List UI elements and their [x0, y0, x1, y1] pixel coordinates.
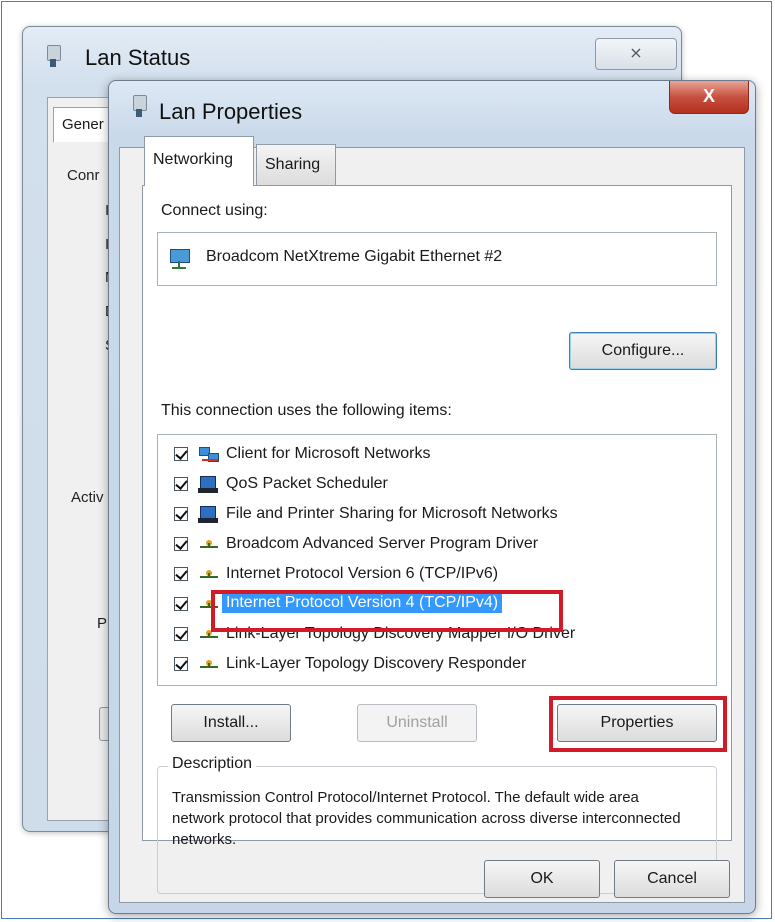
tab-networking[interactable]: Networking — [144, 136, 254, 186]
uninstall-button[interactable]: Uninstall — [357, 704, 477, 742]
lan-properties-title: Lan Properties — [159, 99, 303, 124]
items-label: This connection uses the following items… — [161, 402, 452, 419]
items-list[interactable]: Client for Microsoft Networks QoS Packet… — [157, 434, 717, 686]
computer-icon — [198, 505, 220, 525]
description-legend: Description — [168, 755, 257, 773]
tab-sharing[interactable]: Sharing — [256, 144, 336, 186]
lan-status-title: Lan Status — [85, 45, 191, 70]
checkbox[interactable] — [174, 627, 188, 641]
protocol-icon — [198, 595, 220, 615]
dialog-body: Sharing Connect using: Broadcom NetXtrem… — [119, 136, 745, 903]
protocol-icon — [198, 625, 220, 645]
list-item[interactable]: Link-Layer Topology Discovery Responder — [158, 651, 716, 679]
computer-icon — [198, 475, 220, 495]
protocol-icon — [198, 655, 220, 675]
status-label-fragment: Conr — [67, 167, 100, 184]
list-item[interactable]: Link-Layer Topology Discovery Mapper I/O… — [158, 621, 716, 649]
protocol-icon — [198, 565, 220, 585]
install-button[interactable]: Install... — [171, 704, 291, 742]
checkbox[interactable] — [174, 657, 188, 671]
item-label: Internet Protocol Version 4 (TCP/IPv4) — [222, 593, 503, 613]
properties-button[interactable]: Properties — [557, 704, 717, 742]
status-label-fragment: P — [97, 615, 108, 632]
configure-button[interactable]: Configure... — [569, 332, 717, 370]
checkbox[interactable] — [174, 597, 188, 611]
item-label: File and Printer Sharing for Microsoft N… — [226, 505, 558, 522]
lan-properties-window: Lan Properties X Sharing Connect using: … — [108, 80, 756, 914]
lan-status-close-button[interactable]: ⨯ — [595, 38, 677, 70]
item-label: Link-Layer Topology Discovery Mapper I/O… — [226, 625, 576, 642]
ok-button[interactable]: OK — [484, 860, 600, 898]
list-item[interactable]: File and Printer Sharing for Microsoft N… — [158, 501, 716, 529]
network-adapter-icon — [47, 45, 61, 69]
list-item[interactable]: QoS Packet Scheduler — [158, 471, 716, 499]
item-label: Internet Protocol Version 6 (TCP/IPv6) — [226, 565, 499, 582]
list-item[interactable]: Internet Protocol Version 6 (TCP/IPv6) — [158, 561, 716, 589]
item-label: Client for Microsoft Networks — [226, 445, 431, 462]
network-adapter-icon — [133, 95, 147, 119]
activity-label-fragment: Activ — [71, 489, 104, 506]
item-label: QoS Packet Scheduler — [226, 475, 388, 492]
protocol-icon — [198, 535, 220, 555]
cancel-button[interactable]: Cancel — [614, 860, 730, 898]
checkbox[interactable] — [174, 507, 188, 521]
connect-using-label: Connect using: — [161, 202, 268, 219]
item-label: Broadcom Advanced Server Program Driver — [226, 535, 539, 552]
network-client-icon — [198, 445, 220, 465]
checkbox[interactable] — [174, 537, 188, 551]
item-label: Link-Layer Topology Discovery Responder — [226, 655, 527, 672]
close-button[interactable]: X — [669, 81, 749, 114]
description-text: Transmission Control Protocol/Internet P… — [172, 789, 681, 848]
adapter-field: Broadcom NetXtreme Gigabit Ethernet #2 — [157, 232, 717, 286]
list-item[interactable]: Broadcom Advanced Server Program Driver — [158, 531, 716, 559]
networking-panel: Connect using: Broadcom NetXtreme Gigabi… — [142, 185, 732, 894]
list-item[interactable]: Client for Microsoft Networks — [158, 441, 716, 469]
list-item-selected[interactable]: Internet Protocol Version 4 (TCP/IPv4) — [158, 591, 716, 619]
network-adapter-icon — [170, 247, 190, 269]
checkbox[interactable] — [174, 447, 188, 461]
checkbox[interactable] — [174, 567, 188, 581]
checkbox[interactable] — [174, 477, 188, 491]
adapter-name: Broadcom NetXtreme Gigabit Ethernet #2 — [206, 248, 503, 265]
